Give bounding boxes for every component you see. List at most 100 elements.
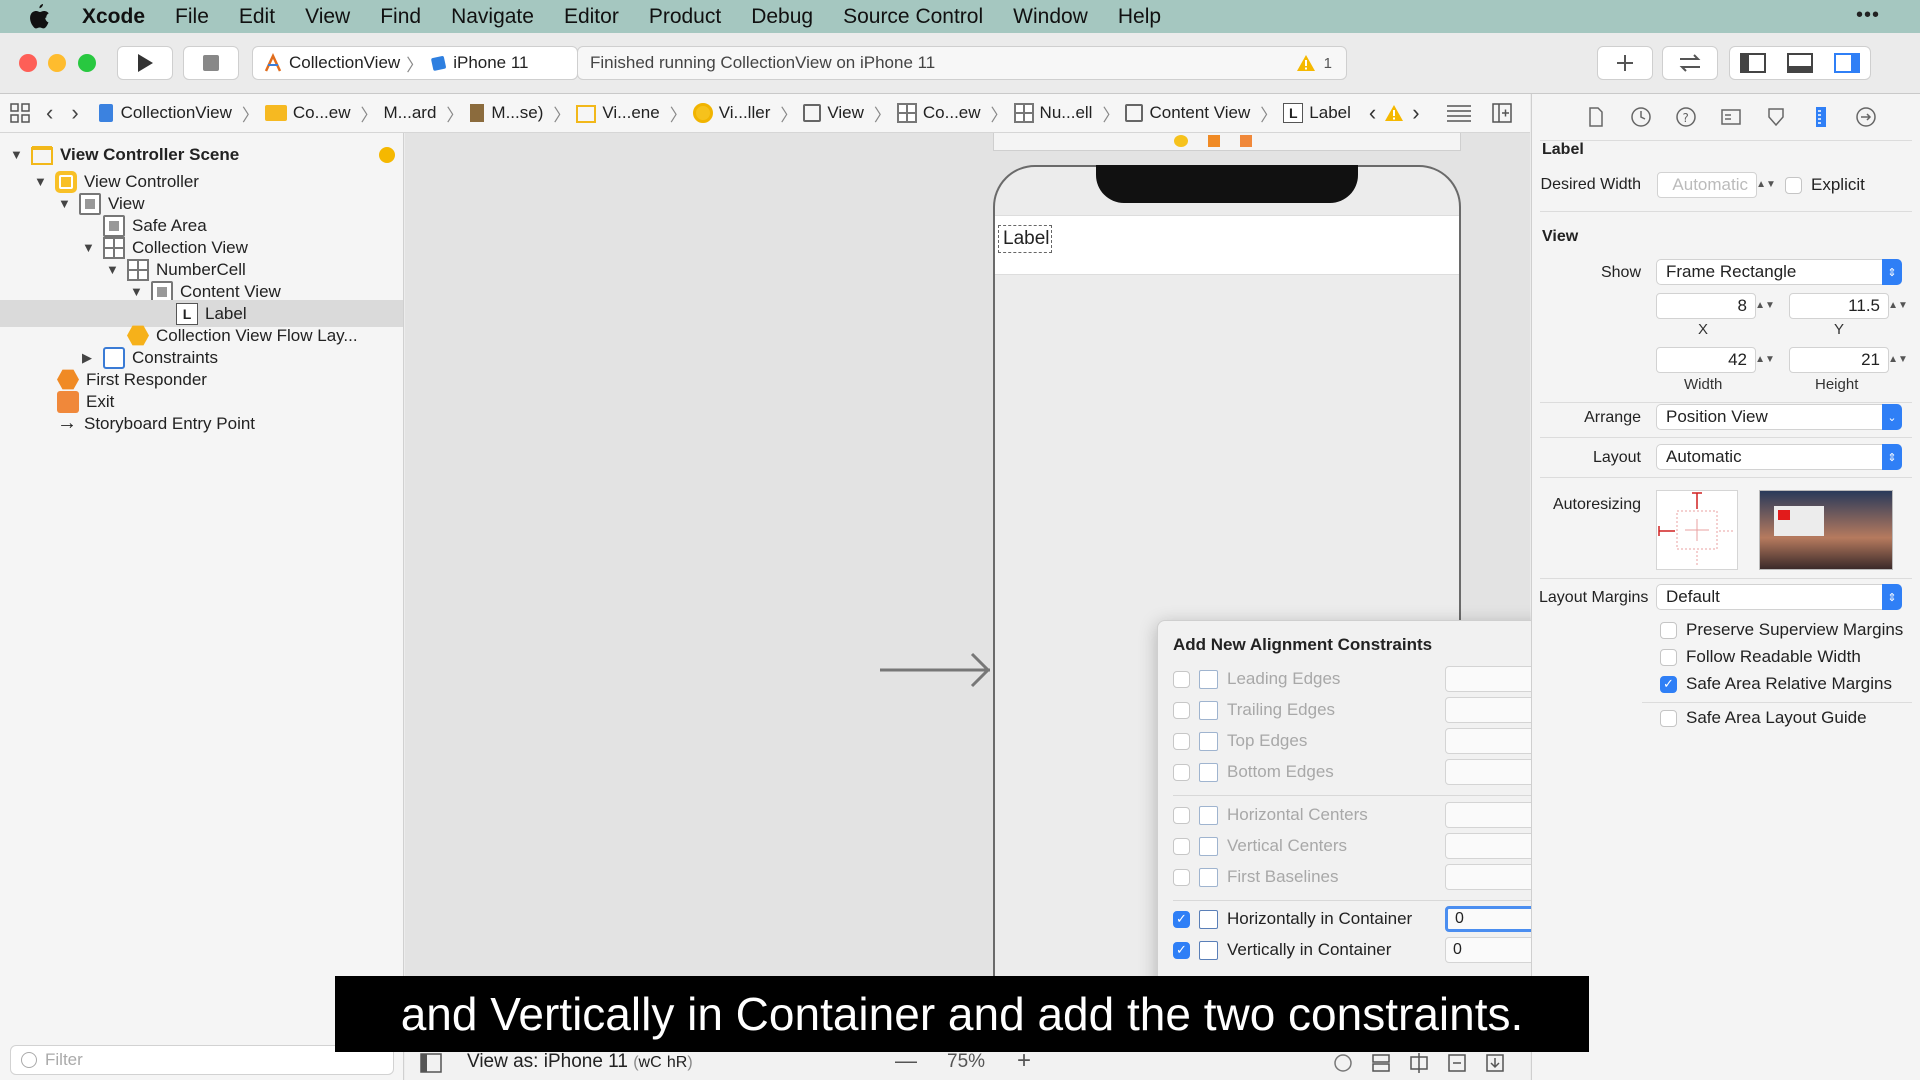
previous-issue-icon[interactable]: ‹ bbox=[1369, 100, 1376, 126]
view-as-button[interactable]: View as: iPhone 11 (wC hR) bbox=[467, 1051, 693, 1073]
jump-storyboard[interactable]: M...ard 〉 bbox=[384, 101, 464, 126]
outline-row-scene[interactable]: ▼ View Controller Scene bbox=[10, 141, 395, 168]
desired-width-stepper[interactable]: ▲▼ bbox=[1756, 172, 1776, 198]
collection-cell[interactable] bbox=[995, 215, 1459, 275]
jump-project[interactable]: CollectionView 〉 bbox=[97, 101, 259, 126]
disclosure-down-icon[interactable]: ▼ bbox=[34, 174, 48, 189]
autoresizing-mask-control[interactable] bbox=[1656, 490, 1738, 570]
run-button[interactable] bbox=[117, 46, 173, 80]
disclosure-down-icon[interactable]: ▼ bbox=[58, 196, 72, 211]
help-inspector-icon[interactable]: ? bbox=[1675, 106, 1697, 128]
jump-number-cell[interactable]: Nu...ell 〉 bbox=[1013, 101, 1119, 126]
arrange-popup[interactable]: Position View ⌄ bbox=[1656, 404, 1902, 430]
layout-popup[interactable]: Automatic ⇕ bbox=[1656, 444, 1902, 470]
follow-readable-width-checkbox[interactable]: Follow Readable Width bbox=[1660, 647, 1861, 667]
menu-window[interactable]: Window bbox=[1013, 5, 1088, 29]
checkbox-checked[interactable]: ✓ bbox=[1173, 941, 1190, 959]
checkbox[interactable] bbox=[1660, 709, 1677, 727]
update-frames-icon[interactable] bbox=[1333, 1053, 1353, 1073]
add-editor-icon[interactable] bbox=[1491, 103, 1512, 123]
stop-button[interactable] bbox=[183, 46, 239, 80]
safe-area-relative-margins-checkbox[interactable]: ✓ Safe Area Relative Margins bbox=[1660, 674, 1892, 694]
align-icon[interactable] bbox=[1409, 1053, 1429, 1073]
close-window-button[interactable] bbox=[19, 54, 37, 72]
menu-help[interactable]: Help bbox=[1118, 5, 1161, 29]
next-issue-icon[interactable]: › bbox=[1412, 100, 1419, 126]
checkbox-checked[interactable]: ✓ bbox=[1660, 675, 1677, 693]
checkbox[interactable] bbox=[1173, 806, 1190, 824]
outline-row-entry-point[interactable]: → Storyboard Entry Point bbox=[57, 410, 255, 437]
disclosure-right-icon[interactable]: ▶ bbox=[82, 350, 96, 366]
connections-inspector-icon[interactable] bbox=[1855, 106, 1877, 128]
jump-collection-view[interactable]: Co...ew 〉 bbox=[896, 101, 1008, 126]
safe-area-layout-guide-checkbox[interactable]: Safe Area Layout Guide bbox=[1660, 708, 1867, 728]
menu-debug[interactable]: Debug bbox=[751, 5, 813, 29]
exit-dock-icon[interactable] bbox=[1240, 135, 1252, 147]
history-inspector-icon[interactable] bbox=[1630, 106, 1652, 128]
toggle-inspector-icon[interactable] bbox=[1833, 53, 1860, 73]
jump-view-controller[interactable]: Vi...ller 〉 bbox=[692, 101, 797, 126]
checkbox[interactable] bbox=[1173, 670, 1190, 688]
menu-find[interactable]: Find bbox=[380, 5, 421, 29]
jump-scene[interactable]: Vi...ene 〉 bbox=[576, 101, 687, 126]
view-controller-dock-icon[interactable] bbox=[1174, 135, 1188, 147]
editor-options-icon[interactable] bbox=[1446, 104, 1472, 122]
first-responder-dock-icon[interactable] bbox=[1208, 135, 1220, 147]
x-stepper[interactable]: ▲▼ bbox=[1755, 293, 1775, 319]
more-icon[interactable]: ••• bbox=[1856, 4, 1880, 27]
library-button[interactable] bbox=[1597, 46, 1653, 80]
warning-icon[interactable] bbox=[1384, 104, 1404, 122]
embed-in-stack-icon[interactable] bbox=[1371, 1053, 1391, 1073]
disclosure-down-icon[interactable]: ▼ bbox=[106, 262, 120, 277]
forward-icon[interactable]: › bbox=[71, 100, 78, 126]
checkbox[interactable] bbox=[1173, 837, 1190, 855]
back-icon[interactable]: ‹ bbox=[46, 100, 53, 126]
jump-label-item[interactable]: L Label bbox=[1283, 103, 1351, 123]
checkbox[interactable] bbox=[1173, 732, 1190, 750]
height-stepper[interactable]: ▲▼ bbox=[1888, 347, 1908, 373]
toggle-outline-icon[interactable] bbox=[420, 1053, 442, 1073]
desired-width-field[interactable]: Automatic bbox=[1657, 172, 1757, 198]
related-items-icon[interactable] bbox=[10, 103, 30, 123]
canvas-label[interactable]: Label bbox=[998, 225, 1052, 253]
width-stepper[interactable]: ▲▼ bbox=[1755, 347, 1775, 373]
y-stepper[interactable]: ▲▼ bbox=[1888, 293, 1908, 319]
disclosure-down-icon[interactable]: ▼ bbox=[10, 147, 24, 162]
checkbox-checked[interactable]: ✓ bbox=[1173, 910, 1190, 928]
zoom-level[interactable]: 75% bbox=[947, 1051, 985, 1073]
file-inspector-icon[interactable] bbox=[1585, 106, 1607, 128]
resolve-issues-icon[interactable] bbox=[1485, 1053, 1505, 1073]
jump-folder[interactable]: Co...ew 〉 bbox=[264, 101, 378, 126]
explicit-checkbox[interactable]: Explicit bbox=[1785, 175, 1865, 195]
size-inspector-icon[interactable] bbox=[1810, 106, 1832, 128]
add-constraints-icon[interactable] bbox=[1447, 1053, 1467, 1073]
menu-editor[interactable]: Editor bbox=[564, 5, 619, 29]
disclosure-down-icon[interactable]: ▼ bbox=[82, 240, 96, 255]
show-popup[interactable]: Frame Rectangle ⇕ bbox=[1656, 259, 1902, 285]
zoom-window-button[interactable] bbox=[78, 54, 96, 72]
x-field[interactable]: 8 bbox=[1656, 293, 1756, 319]
menu-file[interactable]: File bbox=[175, 5, 209, 29]
jump-storyboard-base[interactable]: M...se) 〉 bbox=[469, 101, 570, 126]
checkbox[interactable] bbox=[1173, 763, 1190, 781]
layout-margins-popup[interactable]: Default ⇕ bbox=[1656, 584, 1902, 610]
width-field[interactable]: 42 bbox=[1656, 347, 1756, 373]
warning-indicator[interactable]: 1 bbox=[1296, 54, 1332, 72]
identity-inspector-icon[interactable] bbox=[1720, 106, 1742, 128]
jump-content-view[interactable]: Content View 〉 bbox=[1125, 101, 1277, 126]
checkbox[interactable] bbox=[1173, 868, 1190, 886]
checkbox[interactable] bbox=[1785, 176, 1802, 194]
scheme-selector[interactable]: CollectionView 〉 iPhone 11 bbox=[252, 46, 578, 80]
height-field[interactable]: 21 bbox=[1789, 347, 1889, 373]
menu-edit[interactable]: Edit bbox=[239, 5, 275, 29]
scene-status-icon[interactable] bbox=[379, 146, 395, 163]
checkbox[interactable] bbox=[1660, 648, 1677, 666]
entry-point-arrow[interactable] bbox=[878, 650, 994, 690]
jump-view[interactable]: View 〉 bbox=[803, 101, 891, 126]
checkbox[interactable] bbox=[1173, 701, 1190, 719]
preserve-superview-margins-checkbox[interactable]: Preserve Superview Margins bbox=[1660, 620, 1903, 640]
checkbox[interactable] bbox=[1660, 621, 1677, 639]
minimize-window-button[interactable] bbox=[48, 54, 66, 72]
menu-source-control[interactable]: Source Control bbox=[843, 5, 983, 29]
disclosure-down-icon[interactable]: ▼ bbox=[130, 284, 144, 299]
